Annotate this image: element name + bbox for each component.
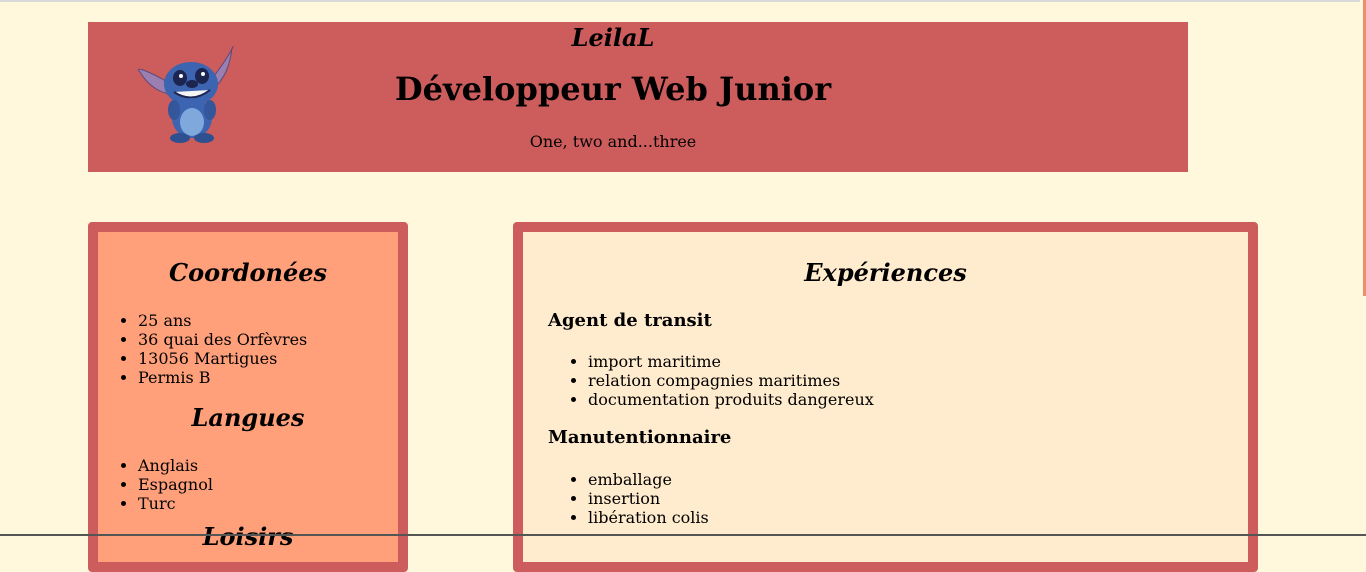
list-item: Turc: [138, 494, 213, 513]
job-title: Agent de transit: [548, 310, 712, 331]
experiences-panel: Expériences Agent de transit import mari…: [513, 222, 1258, 572]
list-item: emballage: [588, 470, 709, 489]
list-item: import maritime: [588, 352, 874, 371]
list-item: documentation produits dangereux: [588, 390, 874, 409]
page-scrollbar[interactable]: [1360, 0, 1366, 536]
tagline: One, two and...three: [529, 132, 697, 151]
hobbies-heading: Loisirs: [202, 522, 294, 551]
list-item: insertion: [588, 489, 709, 508]
list-item: 25 ans: [138, 311, 307, 330]
job-task-list: import maritime relation compagnies mari…: [548, 352, 874, 409]
list-item: 36 quai des Orfèvres: [138, 330, 307, 349]
author-name: LeilaL: [571, 23, 655, 52]
list-item: 13056 Martigues: [138, 349, 307, 368]
sidebar-panel: Coordonées 25 ans 36 quai des Orfèvres 1…: [88, 222, 408, 572]
experiences-heading: Expériences: [804, 258, 967, 287]
job-title: Manutentionnaire: [548, 427, 732, 448]
list-item: Espagnol: [138, 475, 213, 494]
languages-heading: Langues: [191, 403, 305, 432]
languages-list: Anglais Espagnol Turc: [98, 456, 213, 513]
page-title: Développeur Web Junior: [394, 70, 832, 108]
contact-heading: Coordonées: [168, 258, 328, 287]
list-item: Anglais: [138, 456, 213, 475]
contact-list: 25 ans 36 quai des Orfèvres 13056 Martig…: [98, 311, 307, 387]
job-task-list: emballage insertion libération colis: [548, 470, 709, 527]
list-item: relation compagnies maritimes: [588, 371, 874, 390]
list-item: Permis B: [138, 368, 307, 387]
browser-top-line: [0, 0, 1366, 2]
list-item: libération colis: [588, 508, 709, 527]
page-header: LeilaL Développeur Web Junior One, two a…: [88, 22, 1188, 172]
